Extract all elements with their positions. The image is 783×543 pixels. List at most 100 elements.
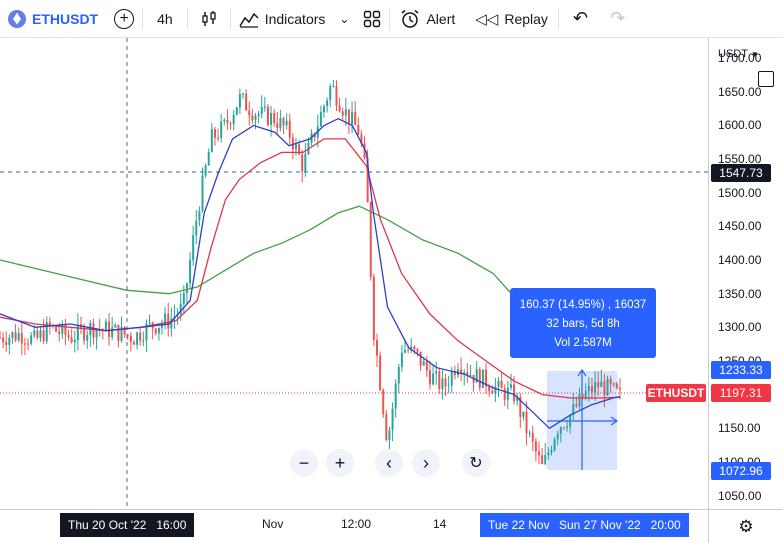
alert-label: Alert [426,10,456,27]
candle-body [522,411,525,417]
candle-body [544,455,547,464]
candle-body [129,335,132,342]
candle-body [447,385,450,387]
candle-body [335,86,338,106]
scroll-right-button[interactable]: › [412,449,440,477]
compare-button[interactable]: + [106,0,142,38]
candle-body [111,327,114,338]
candle-body [229,123,232,125]
candle-body [279,118,282,129]
candle-body [257,113,260,116]
crosshair-price-label: 1547.73 [711,164,771,182]
candle-body [136,332,139,345]
candle-body [20,333,23,344]
candle-body [92,323,95,338]
candle-body [217,137,220,139]
candle-body [332,86,335,88]
candle-body [404,349,407,353]
candle-body [323,106,326,113]
chart-plot-area[interactable]: 160.37 (14.95%) , 16037 32 bars, 5d 8h V… [0,38,708,509]
candle-body [55,325,58,332]
time-tick: 12:00 [341,517,372,531]
candle-body [559,427,562,434]
candle-body [276,123,279,129]
candle-body [541,455,544,464]
candle-body [441,378,444,389]
replay-button[interactable]: ◁◁ Replay [465,0,558,38]
reset-chart-button[interactable]: ↻ [462,449,490,477]
candle-body [550,450,553,453]
candle-body [619,388,621,390]
candle-body [357,124,360,135]
scroll-left-button[interactable]: ‹ [375,449,403,477]
candle-body [73,339,76,343]
price-axis[interactable]: USDT ▼ 1700.00 1650.00 1600.00 1550.00 1500.… [708,38,783,509]
time-axis[interactable]: Thu 20 Oct '22 16:00 Nov 12:00 14 Tue 22… [0,509,708,543]
candle-body [469,374,472,376]
candle-body [391,408,394,431]
candle-body [266,106,269,125]
chart-type-button[interactable] [188,0,230,38]
candle-body [64,324,67,336]
price-tick: 1150.00 [718,421,761,436]
candle-body [547,452,550,456]
candle-body [254,115,257,121]
price-chart[interactable] [0,38,708,509]
candle-body [478,369,481,388]
candle-body [597,382,600,388]
chevron-left-icon: ‹ [386,452,392,473]
candle-body [245,93,248,111]
candle-body [61,324,64,334]
candle-body [204,165,207,176]
candle-body [142,340,145,342]
candle-body [232,114,235,125]
candle-body [347,109,350,125]
symbol-search-button[interactable]: ETHUSDT [0,0,106,38]
interval-label: 4h [157,10,173,27]
zoom-out-button[interactable]: − [290,449,318,477]
grid-layout-icon [364,10,381,27]
candle-body [531,432,534,442]
gear-icon: ⚙ [738,516,754,536]
candle-body [235,107,238,115]
candle-body [369,202,372,277]
candles-icon [202,10,216,26]
candle-body [189,260,192,284]
measure-tooltip: 160.37 (14.95%) , 16037 32 bars, 5d 8h V… [510,288,656,358]
candle-body [294,144,297,150]
indicators-label: Indicators [264,10,326,27]
undo-button[interactable]: ↶ [559,0,602,38]
measure-bars: 32 bars, 5d 8h [546,318,620,330]
ma-mid-line [0,138,621,399]
indicators-button[interactable]: Indicators [231,0,334,38]
layout-button[interactable] [355,0,389,38]
candle-body [491,391,494,394]
candle-body [400,352,403,367]
range-high-label: 1233.33 [711,361,771,379]
candle-body [0,337,1,339]
candle-body [154,328,157,334]
candle-body [419,351,422,366]
candle-body [132,341,135,345]
candle-body [372,276,375,341]
candle-body [578,393,581,407]
settings-button[interactable]: ⚙ [708,509,783,543]
redo-button[interactable]: ↷ [602,0,633,38]
candle-body [5,342,8,345]
candle-body [500,380,503,389]
alert-button[interactable]: Alert [390,0,465,38]
candle-body [30,335,33,344]
candle-body [273,113,276,124]
candle-body [615,383,618,389]
price-tick: 1650.00 [718,84,762,99]
candle-body [192,235,195,261]
interval-button[interactable]: 4h [143,0,187,38]
candle-body [251,115,254,121]
candle-body [407,349,410,351]
candle-body [338,105,341,112]
candle-body [438,371,441,389]
zoom-in-button[interactable]: + [326,449,354,477]
candle-body [288,120,291,138]
candle-body [385,414,388,441]
templates-dropdown[interactable]: ⌄ [333,0,355,38]
